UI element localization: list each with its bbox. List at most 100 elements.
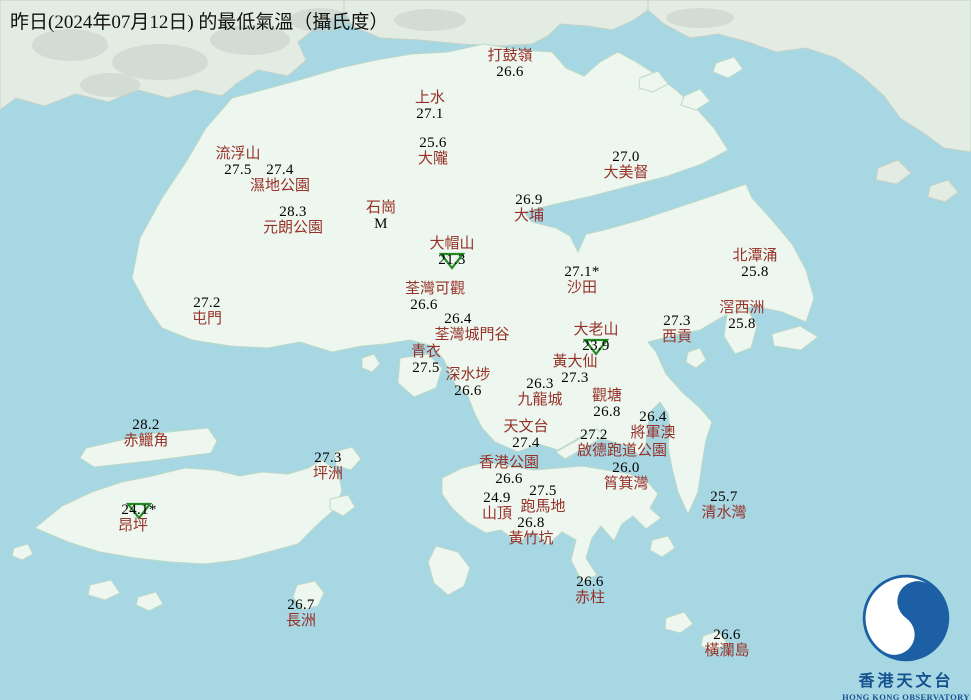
station-24: 赤鱲角 28.2 [76,417,216,449]
station-value: 26.0 [612,460,639,476]
station-10: 大帽山 21.3 [382,236,522,268]
station-name: 黃竹坑 [508,531,553,547]
station-1: 打鼓嶺 26.6 [440,48,580,80]
station-17: 大老山 23.9 [526,322,666,354]
station-5: 大隴 25.6 [363,135,503,167]
station-30: 筲箕灣 26.0 [556,460,696,492]
station-value: 26.6 [410,297,437,313]
station-value: 28.2 [132,417,159,433]
station-value: 27.5 [412,360,439,376]
station-name: 跑馬地 [520,499,565,515]
station-21: 深水埗 26.6 [398,367,538,399]
station-19: 青衣 27.5 [356,344,496,376]
station-25: 天文台 27.4 [456,419,596,451]
station-12: 沙田 27.1* [512,264,652,296]
station-name: 坪洲 [313,466,343,482]
station-value: M [374,216,388,232]
station-3: 流浮山 27.5 [168,146,308,178]
station-name: 赤鱲角 [123,433,168,449]
station-36: 赤柱 26.6 [520,574,660,606]
station-value: 27.5 [224,162,251,178]
station-value: 27.4 [266,162,293,178]
station-name: 橫瀾島 [704,643,749,659]
station-35: 黃竹坑 26.8 [461,515,601,547]
station-name: 昂坪 [118,518,148,534]
station-name: 石崗 [366,200,396,216]
station-name: 黃大仙 [552,354,597,370]
station-value: 28.3 [279,204,306,220]
station-18: 西貢 27.3 [607,313,747,345]
station-name: 滘西洲 [719,300,764,316]
station-name: 荃灣可觀 [405,281,465,297]
station-value: 27.3 [314,450,341,466]
station-value: 26.6 [713,627,740,643]
station-20: 黃大仙 27.3 [505,354,645,386]
station-name: 青衣 [411,344,441,360]
stations-layer: 打鼓嶺 26.6 上水 27.1 流浮山 27.5 濕地公園 27.4 [0,0,971,700]
station-name: 深水埗 [445,367,490,383]
station-31: 跑馬地 27.5 [473,483,613,515]
station-value: 27.3 [561,370,588,386]
station-name: 天文台 [503,419,548,435]
station-value: 26.8 [517,515,544,531]
station-name: 大美督 [603,165,648,181]
station-6: 大美督 27.0 [556,149,696,181]
station-name: 啟德跑道公園 [577,443,667,459]
station-name: 觀塘 [592,388,622,404]
station-name: 元朗公園 [263,220,323,236]
station-value: 24.1* [121,502,156,518]
station-name: 香港公園 [479,455,539,471]
station-38: 橫瀾島 26.6 [657,627,797,659]
station-34: 昂坪 24.1* [63,502,203,534]
station-29: 香港公園 26.6 [439,455,579,487]
record-low-marker-icon [126,501,152,520]
station-value: 26.4 [639,409,666,425]
hko-logo-name-zh: 香港天文台 [836,667,971,691]
station-2: 上水 27.1 [360,90,500,122]
station-32: 山頂 24.9 [427,490,567,522]
station-value: 25.8 [741,264,768,280]
station-value: 25.8 [728,316,755,332]
station-value: 26.8 [593,404,620,420]
hko-logo: 香港天文台 HONG KONG OBSERVATORY [836,572,971,700]
station-22: 九龍城 26.3 [470,376,610,408]
station-name: 西貢 [662,329,692,345]
station-value: 26.6 [454,383,481,399]
station-name: 沙田 [567,280,597,296]
station-7: 元朗公園 28.3 [223,204,363,236]
station-name: 大隴 [418,151,448,167]
station-name: 山頂 [482,506,512,522]
station-16: 荃灣城門谷 26.4 [402,311,542,343]
station-value: 27.2 [193,295,220,311]
station-value: 26.6 [576,574,603,590]
station-name: 九龍城 [517,392,562,408]
station-value: 27.3 [663,313,690,329]
station-name: 荃灣城門谷 [434,327,509,343]
station-value: 25.7 [710,489,737,505]
station-name: 屯門 [192,311,222,327]
station-name: 大埔 [514,208,544,224]
station-23: 觀塘 26.8 [537,388,677,420]
record-low-marker-icon [439,251,465,270]
station-value: 27.0 [612,149,639,165]
station-name: 打鼓嶺 [487,48,532,64]
station-14: 屯門 27.2 [137,295,277,327]
station-value: 26.6 [495,471,522,487]
station-value: 27.2 [580,427,607,443]
station-9: 大埔 26.9 [459,192,599,224]
station-8: 石崗 M [311,200,451,232]
station-name: 清水灣 [701,505,746,521]
station-value: 26.4 [444,311,471,327]
hko-logo-icon [860,572,952,664]
station-value: 26.9 [515,192,542,208]
station-27: 啟德跑道公園 27.2 [552,427,692,459]
station-28: 坪洲 27.3 [258,450,398,482]
station-26: 將軍澳 26.4 [583,409,723,441]
station-name: 大帽山 [429,236,474,252]
station-4: 濕地公園 27.4 [210,162,350,194]
station-value: 25.6 [419,135,446,151]
station-37: 長洲 26.7 [231,597,371,629]
station-15: 滘西洲 25.8 [672,300,812,332]
map-title: 昨日(2024年07月12日) 的最低氣溫（攝氏度） [10,7,388,34]
station-value: 26.3 [526,376,553,392]
